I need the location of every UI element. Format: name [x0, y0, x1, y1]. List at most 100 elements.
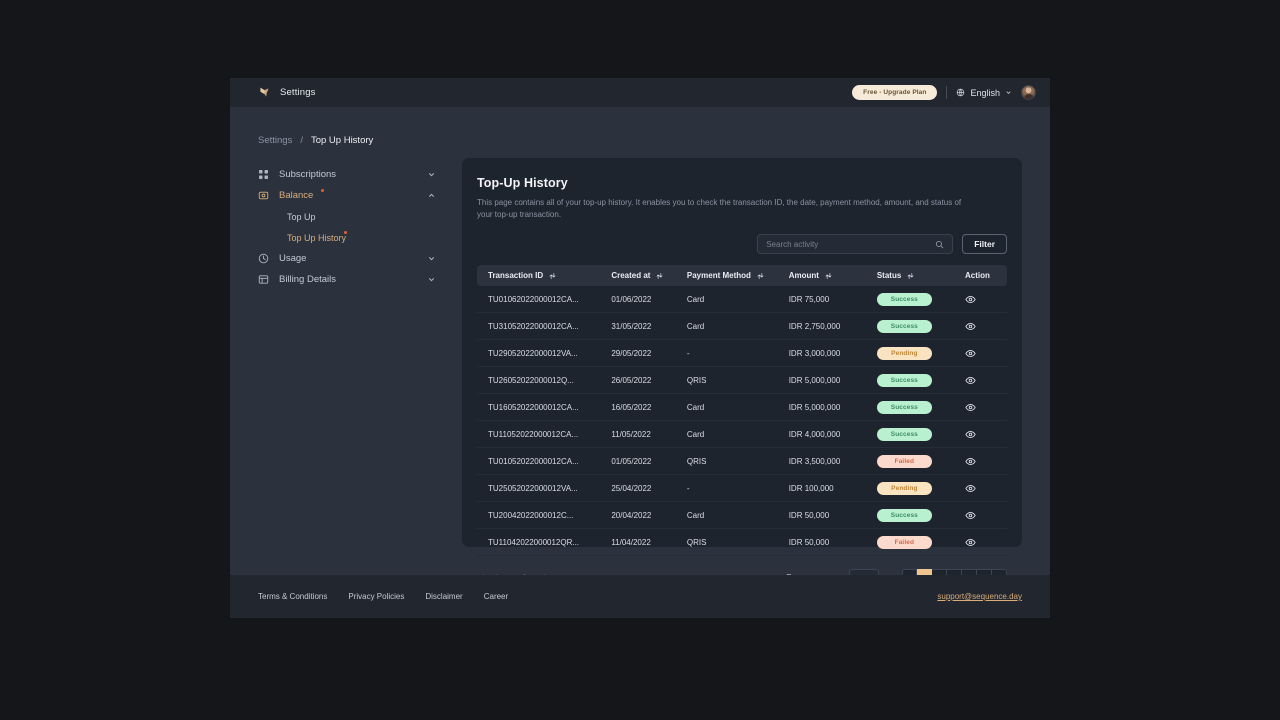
chevron-down-icon[interactable]	[427, 275, 436, 284]
eye-icon[interactable]	[965, 456, 976, 467]
search-box[interactable]	[757, 234, 954, 255]
cell-action[interactable]	[965, 339, 1007, 368]
sort-updown-icon[interactable]	[907, 272, 914, 280]
eye-icon[interactable]	[965, 429, 976, 440]
brand[interactable]: Settings	[258, 86, 316, 99]
chevron-down-icon[interactable]	[427, 170, 436, 179]
column-header-amount[interactable]: Amount	[789, 265, 877, 286]
eye-icon[interactable]	[965, 537, 976, 548]
table-row[interactable]: TU11042022000012QR... 11/04/2022 QRIS IDR 5…	[477, 528, 1007, 557]
footer-link-2[interactable]: Disclaimer	[425, 592, 462, 601]
cell-status: Success	[876, 420, 965, 449]
cell-status: Success	[876, 286, 965, 314]
chevron-down-icon[interactable]	[427, 254, 436, 263]
cell-action[interactable]	[965, 501, 1007, 530]
eye-icon[interactable]	[965, 294, 976, 305]
table-row[interactable]: TU11052022000012CA... 11/05/2022 Card IDR 4…	[477, 420, 1007, 449]
column-header-action: Action	[965, 265, 1007, 286]
table-row[interactable]: TU31052022000012CA... 31/05/2022 Card IDR 2…	[477, 312, 1007, 341]
eye-icon[interactable]	[965, 348, 976, 359]
cell-amount: IDR 50,000	[788, 528, 877, 557]
search-input[interactable]	[766, 239, 930, 249]
column-header-status[interactable]: Status	[877, 265, 965, 286]
table-row[interactable]: TU01052022000012CA... 01/05/2022 QRIS IDR 3…	[477, 447, 1007, 476]
status-badge: Success	[876, 508, 932, 522]
footer-link-1[interactable]: Privacy Policies	[348, 592, 404, 601]
support-email-link[interactable]: support@sequence.day	[937, 592, 1022, 601]
avatar[interactable]	[1021, 85, 1036, 100]
sort-updown-icon[interactable]	[549, 272, 556, 280]
eye-icon[interactable]	[965, 321, 976, 332]
cell-created-at: 01/05/2022	[611, 447, 687, 476]
content-area: Subscriptions Balance Top Up Top Up Hist…	[258, 158, 1022, 587]
eye-icon[interactable]	[965, 375, 976, 386]
cell-action[interactable]	[965, 366, 1007, 395]
cell-transaction-id: TU20042022000012C...	[477, 501, 612, 530]
clock-icon	[258, 253, 269, 264]
app-window: Settings Free - Upgrade Plan English Set…	[230, 78, 1050, 618]
cell-amount: IDR 75,000	[788, 286, 877, 314]
sort-updown-icon[interactable]	[757, 272, 764, 280]
eye-icon[interactable]	[965, 402, 976, 413]
column-header-transaction-id[interactable]: Transaction ID	[477, 265, 611, 286]
footer-link-0[interactable]: Terms & Conditions	[258, 592, 327, 601]
filter-button[interactable]: Filter	[962, 234, 1007, 255]
sort-updown-icon[interactable]	[656, 272, 663, 280]
eye-icon[interactable]	[965, 483, 976, 494]
cell-action[interactable]	[965, 474, 1007, 503]
chevron-up-icon[interactable]	[427, 191, 436, 200]
table-toolbar: Filter	[477, 234, 1007, 255]
table-row[interactable]: TU20042022000012C... 20/04/2022 Card IDR 50…	[477, 501, 1007, 530]
column-label: Action	[965, 271, 990, 281]
cell-payment-method: Card	[686, 501, 789, 530]
cell-created-at: 11/05/2022	[611, 420, 687, 449]
column-label: Created at	[611, 271, 651, 281]
footer: Terms & Conditions Privacy Policies Discla…	[230, 575, 1050, 618]
sidebar-item-balance[interactable]: Balance	[258, 185, 442, 206]
column-header-created-at[interactable]: Created at	[611, 265, 687, 286]
cell-transaction-id: TU29052022000012VA...	[477, 339, 612, 368]
table-row[interactable]: TU25052022000012VA... 25/04/2022- IDR 100,…	[477, 474, 1007, 503]
cell-action[interactable]	[965, 420, 1007, 449]
sidebar-subitem-top-up[interactable]: Top Up	[258, 206, 442, 227]
cell-transaction-id: TU01062022000012CA...	[477, 286, 612, 314]
sidebar-item-usage[interactable]: Usage	[258, 248, 442, 269]
billing-icon	[258, 275, 269, 284]
chevron-down-icon	[1006, 91, 1011, 94]
cell-payment-method: QRIS	[686, 366, 789, 395]
status-badge: Success	[876, 319, 932, 333]
cell-transaction-id: TU16052022000012CA...	[477, 393, 612, 422]
sort-updown-icon[interactable]	[825, 272, 832, 280]
cell-transaction-id: TU25052022000012VA...	[477, 474, 612, 503]
cell-amount: IDR 5,000,000	[788, 393, 877, 422]
cell-action[interactable]	[965, 286, 1007, 314]
sidebar-subitem-label: Top Up	[287, 211, 316, 222]
cell-amount: IDR 3,500,000	[788, 447, 877, 476]
footer-link-3[interactable]: Career	[484, 592, 508, 601]
table-row[interactable]: TU01062022000012CA... 01/06/2022 Card IDR 7…	[477, 286, 1007, 314]
cell-transaction-id: TU11052022000012CA...	[477, 420, 612, 449]
sidebar-item-subscriptions[interactable]: Subscriptions	[258, 164, 442, 185]
cell-action[interactable]	[965, 528, 1007, 557]
table-row[interactable]: TU29052022000012VA... 29/05/2022- IDR 3,00…	[477, 339, 1007, 368]
status-badge: Pending	[876, 346, 932, 360]
breadcrumb-root[interactable]: Settings	[258, 135, 292, 146]
globe-icon	[957, 88, 965, 97]
cell-amount: IDR 50,000	[788, 501, 877, 530]
sidebar-subitem-top-up-history[interactable]: Top Up History	[258, 227, 442, 248]
cell-payment-method: Card	[686, 393, 789, 422]
eye-icon[interactable]	[965, 510, 976, 521]
table-row[interactable]: TU16052022000012CA... 16/05/2022 Card IDR 5…	[477, 393, 1007, 422]
breadcrumb-current: Top Up History	[310, 135, 374, 146]
cell-transaction-id: TU26052022000012Q...	[477, 366, 612, 395]
column-header-payment-method[interactable]: Payment Method	[687, 265, 789, 286]
language-selector[interactable]: English	[956, 88, 1012, 98]
cell-action[interactable]	[965, 312, 1007, 341]
cell-action[interactable]	[965, 447, 1007, 476]
upgrade-plan-badge[interactable]: Free - Upgrade Plan	[852, 85, 938, 100]
footer-links: Terms & Conditions Privacy Policies Discla…	[258, 592, 508, 601]
notification-dot-icon	[321, 189, 325, 192]
sidebar-item-billing-details[interactable]: Billing Details	[258, 269, 442, 290]
table-row[interactable]: TU26052022000012Q... 26/05/2022 QRIS IDR 5,…	[477, 366, 1007, 395]
cell-action[interactable]	[965, 393, 1007, 422]
